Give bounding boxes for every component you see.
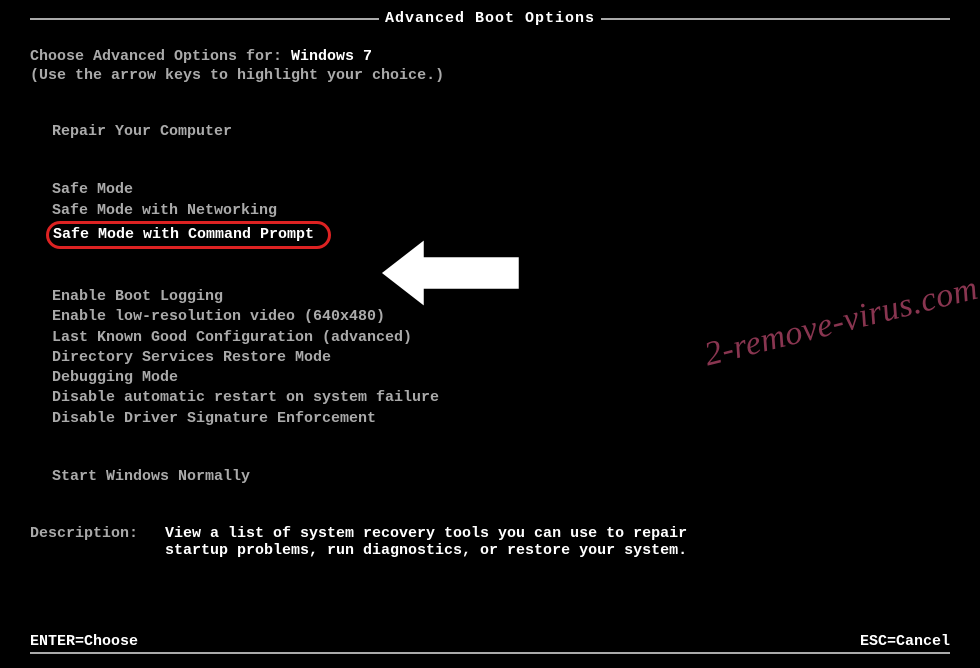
prompt-prefix: Choose Advanced Options for:: [30, 48, 291, 65]
footer-bar: ENTER=Choose ESC=Cancel: [30, 633, 950, 654]
menu-group-repair: Repair Your Computer: [52, 122, 950, 142]
footer-enter-hint: ENTER=Choose: [30, 633, 138, 650]
menu-item-safe-mode[interactable]: Safe Mode: [52, 180, 950, 200]
description-text: View a list of system recovery tools you…: [165, 525, 725, 559]
menu-item-debugging-mode[interactable]: Debugging Mode: [52, 368, 950, 388]
hint-line: (Use the arrow keys to highlight your ch…: [30, 67, 950, 84]
menu-item-safe-mode-networking[interactable]: Safe Mode with Networking: [52, 201, 950, 221]
highlight-annotation: Safe Mode with Command Prompt: [46, 221, 331, 249]
boot-options-screen: Advanced Boot Options Choose Advanced Op…: [0, 18, 980, 668]
description-block: Description: View a list of system recov…: [30, 525, 950, 559]
page-title: Advanced Boot Options: [379, 10, 601, 27]
menu-item-disable-auto-restart[interactable]: Disable automatic restart on system fail…: [52, 388, 950, 408]
menu-item-start-normally[interactable]: Start Windows Normally: [52, 467, 950, 487]
description-label: Description:: [30, 525, 165, 559]
os-name: Windows 7: [291, 48, 372, 65]
arrow-icon: [370, 228, 530, 318]
title-divider: Advanced Boot Options: [30, 18, 950, 20]
menu-item-directory-services-restore[interactable]: Directory Services Restore Mode: [52, 348, 950, 368]
menu-item-disable-driver-signature[interactable]: Disable Driver Signature Enforcement: [52, 409, 950, 429]
menu-group-normal: Start Windows Normally: [52, 467, 950, 487]
footer-esc-hint: ESC=Cancel: [860, 633, 950, 650]
prompt-line: Choose Advanced Options for: Windows 7: [30, 48, 950, 65]
menu-item-repair[interactable]: Repair Your Computer: [52, 122, 950, 142]
menu-item-safe-mode-command-prompt[interactable]: Safe Mode with Command Prompt: [53, 225, 314, 245]
